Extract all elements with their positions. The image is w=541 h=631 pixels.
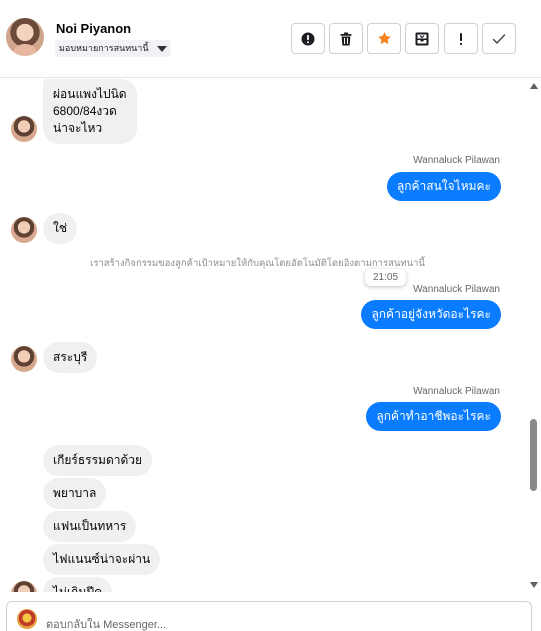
contact-avatar[interactable] bbox=[6, 18, 44, 56]
assign-label: มอบหมายการสนทนานี้ bbox=[59, 43, 149, 53]
incoming-message[interactable]: ไฟแนนซ์น่าจะผ่าน bbox=[43, 544, 161, 575]
contact-avatar-small bbox=[11, 581, 37, 592]
sender-name: Wannaluck Pilawan bbox=[413, 386, 500, 397]
reply-input[interactable]: ตอบกลับใน Messenger... bbox=[46, 615, 166, 631]
delete-button[interactable] bbox=[329, 23, 363, 54]
incoming-message[interactable]: ใช่ bbox=[43, 213, 78, 244]
inbox-tray-icon bbox=[415, 32, 429, 45]
contact-name[interactable]: Noi Piyanon bbox=[56, 21, 131, 36]
message-line: น่าจะไหว bbox=[53, 121, 103, 135]
incoming-message[interactable]: ผ่อนแพงไปนิด 6800/84งวด น่าจะไหว bbox=[43, 79, 137, 144]
incoming-message[interactable]: สระบุรี bbox=[43, 342, 98, 373]
message-line: 6800/84งวด bbox=[53, 104, 117, 118]
chevron-down-icon bbox=[156, 46, 167, 52]
check-icon bbox=[492, 33, 506, 44]
sender-name: Wannaluck Pilawan bbox=[413, 155, 500, 166]
sender-name: Wannaluck Pilawan bbox=[413, 284, 500, 295]
incoming-message[interactable]: เกียร์ธรรมดาด้วย bbox=[43, 445, 153, 476]
conversation-header: Noi Piyanon มอบหมายการสนทนานี้ bbox=[0, 0, 541, 78]
thread-scrollbar[interactable] bbox=[527, 79, 541, 592]
scroll-down-arrow-icon[interactable] bbox=[530, 582, 538, 588]
trash-icon bbox=[340, 32, 352, 45]
scroll-up-arrow-icon[interactable] bbox=[530, 83, 538, 89]
contact-avatar-small bbox=[11, 116, 37, 142]
scroll-thumb[interactable] bbox=[530, 419, 537, 491]
assign-conversation-dropdown[interactable]: มอบหมายการสนทนานี้ bbox=[55, 40, 171, 57]
incoming-message[interactable]: แฟนเป็นทหาร bbox=[43, 511, 137, 542]
system-note: เราสร้างกิจกรรมของลูกค้าเป้าหมายให้กับคุ… bbox=[90, 258, 425, 269]
archive-button[interactable] bbox=[405, 23, 439, 54]
outgoing-message[interactable]: ลูกค้าอยู่จังหวัดอะไรคะ bbox=[361, 300, 501, 329]
message-thread: ผ่อนแพงไปนิด 6800/84งวด น่าจะไหว Wannalu… bbox=[0, 79, 541, 592]
outgoing-message[interactable]: ลูกค้าสนใจไหมคะ bbox=[386, 172, 501, 201]
timestamp-tooltip: 21:05 bbox=[365, 269, 407, 286]
reply-composer[interactable]: ตอบกลับใน Messenger... bbox=[6, 601, 532, 631]
incoming-message[interactable]: พยาบาล bbox=[43, 478, 107, 509]
message-line: ผ่อนแพงไปนิด bbox=[53, 87, 127, 101]
mark-important-button[interactable] bbox=[444, 23, 478, 54]
incoming-message[interactable]: ไม่เกินปีค bbox=[43, 577, 113, 592]
report-button[interactable] bbox=[291, 23, 325, 54]
contact-avatar-small bbox=[11, 346, 37, 372]
exclamation-icon bbox=[459, 32, 463, 45]
star-icon bbox=[377, 32, 391, 45]
alert-circle-icon bbox=[301, 32, 315, 45]
star-button[interactable] bbox=[367, 23, 401, 54]
outgoing-message[interactable]: ลูกค้าทำอาชีพอะไรคะ bbox=[366, 402, 501, 431]
mark-done-button[interactable] bbox=[482, 23, 516, 54]
contact-avatar-small bbox=[11, 217, 37, 243]
page-avatar bbox=[17, 609, 37, 629]
